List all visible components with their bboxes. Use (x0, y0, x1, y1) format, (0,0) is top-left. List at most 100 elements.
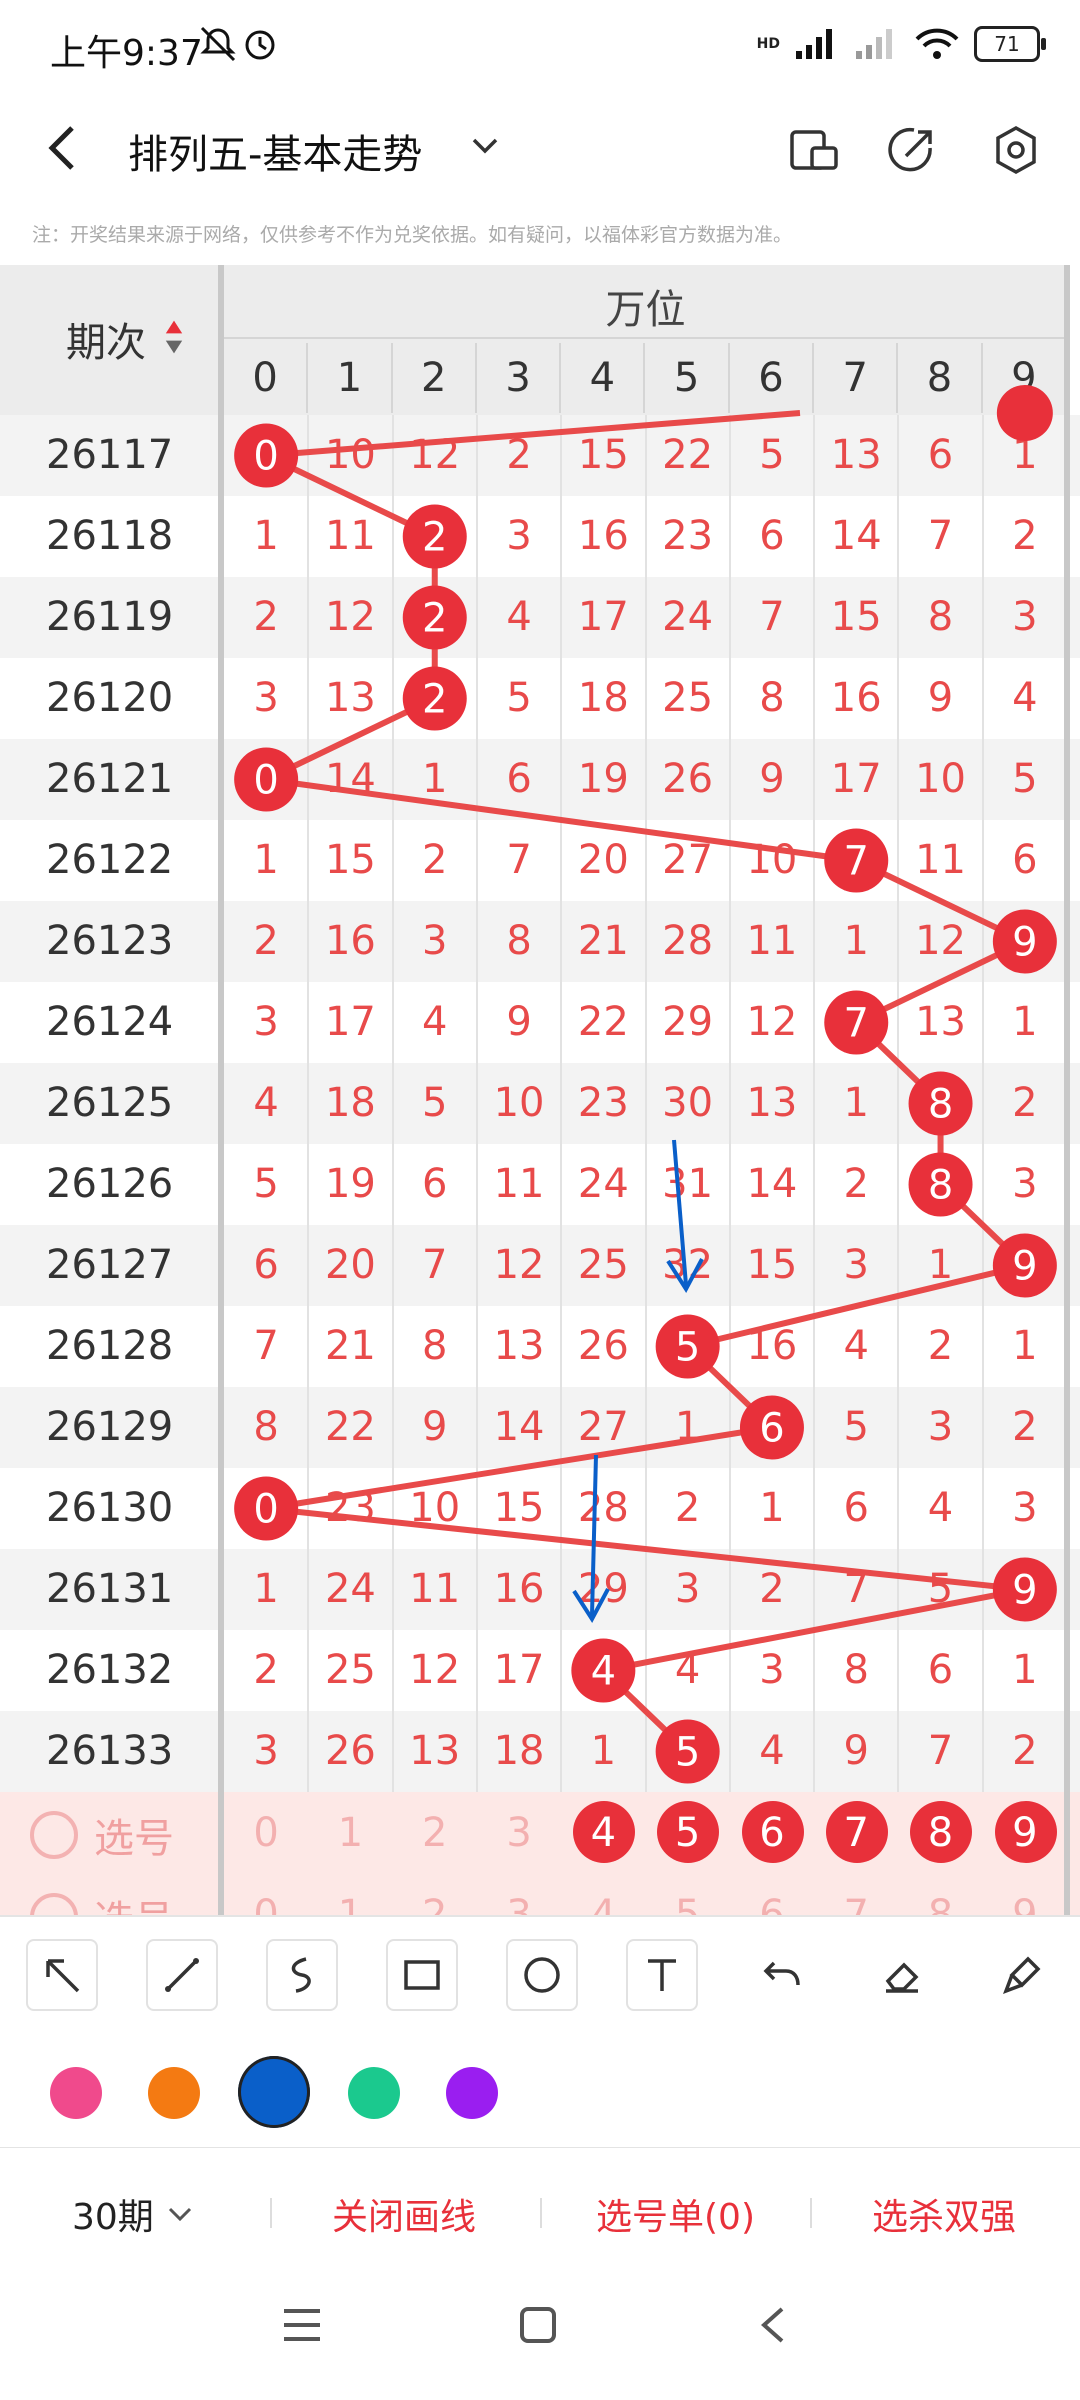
rectangle-tool[interactable] (386, 1939, 458, 2011)
hit-ball-label: 7 (844, 1001, 869, 1047)
phone-landscape-button[interactable] (786, 122, 842, 178)
line-tool[interactable] (146, 1939, 218, 2011)
hit-ball-label: 4 (591, 1649, 616, 1695)
pen-stroke (672, 1139, 688, 1286)
text-tool[interactable] (626, 1939, 698, 2011)
chevron-down-icon (472, 138, 498, 154)
color-swatch[interactable] (148, 2067, 200, 2119)
pick-digit-8[interactable]: 8 (898, 1792, 982, 1874)
trend-line-segment (686, 1262, 1026, 1350)
back-arrow-icon (48, 126, 74, 170)
trend-line-segment (265, 776, 857, 864)
mute-and-alarm-icons (198, 24, 288, 73)
line-icon (165, 1958, 199, 1992)
pick-digit-4[interactable]: 4 (561, 1792, 645, 1874)
hit-ball-label: 0 (253, 758, 278, 804)
hit-ball-label: 9 (1012, 1244, 1037, 1290)
hit-ball-label: 8 (928, 1163, 953, 1209)
hd-label: HD (756, 36, 780, 52)
pick-digit-7[interactable]: 7 (814, 1792, 898, 1874)
hit-ball-label: 2 (422, 596, 447, 642)
chevron-down-icon (169, 2207, 192, 2222)
home-nav-button[interactable] (516, 2303, 560, 2359)
color-swatch[interactable] (238, 2056, 310, 2128)
trend-line-segment (602, 1586, 1026, 1674)
hit-ball-label: 9 (1012, 1568, 1037, 1614)
disclaimer-note: 注：开奖结果来源于网络，仅供参考不作为兑奖依据。如有疑问，以福体彩官方数据为准。 (32, 224, 793, 246)
period-column-divider (218, 265, 224, 1915)
back-nav-button[interactable] (752, 2303, 796, 2359)
back-button[interactable] (42, 120, 82, 189)
clear-all-button[interactable] (986, 1939, 1058, 2011)
close-lines-button[interactable]: 关闭画线 (332, 2188, 476, 2240)
rectangle-icon (404, 1960, 440, 1990)
pick-list-button[interactable]: 选号单(0) (596, 2188, 755, 2240)
settings-button[interactable] (988, 122, 1044, 178)
divider (540, 2198, 542, 2228)
system-nav-bar (0, 2273, 1080, 2400)
periods-label: 30期 (72, 2197, 154, 2238)
arrow-tool[interactable] (26, 1939, 98, 2011)
hit-ball-label: 2 (422, 515, 447, 561)
drawing-toolbar (0, 1915, 1080, 2034)
divider (810, 2198, 812, 2228)
trend-table: 期次 万位 0123456789 26117 10 12 2 15 22 5 13 6 1 2611… (0, 265, 1080, 1915)
app-bar: 排列五-基本走势 (0, 100, 1080, 200)
trend-line-segment (265, 1505, 1026, 1593)
eraser-icon (885, 1962, 919, 1993)
color-swatch[interactable] (446, 2067, 498, 2119)
color-palette (0, 2032, 1080, 2149)
pick-digit-6[interactable]: 6 (730, 1792, 814, 1874)
freehand-tool[interactable] (266, 1939, 338, 2011)
home-square-icon (520, 2307, 556, 2343)
trend-overlay: 0 2 2 2 0 7 9 7 8 8 9 5 6 0 9 4 5 (234, 385, 1057, 1784)
bottom-action-bar: 30期 关闭画线 选号单(0) 选杀双强 (0, 2148, 1080, 2273)
title-dropdown-button[interactable] (468, 128, 502, 171)
alarm-icon (200, 26, 275, 62)
circle-tool[interactable] (506, 1939, 578, 2011)
trend-line-segment (265, 410, 801, 459)
pen-stroke (590, 1454, 598, 1616)
hit-ball-label: 6 (759, 1406, 784, 1452)
wifi-icon (915, 28, 959, 59)
hit-ball-label: 8 (928, 1082, 953, 1128)
trend-line-segment (265, 1424, 773, 1512)
hit-ball-label: 5 (675, 1325, 700, 1371)
battery-indicator: 71 (974, 26, 1046, 62)
signal-icon (796, 29, 832, 59)
screen-rotate-icon (790, 130, 838, 170)
share-button[interactable] (884, 122, 940, 178)
page-title[interactable]: 排列五-基本走势 (128, 122, 422, 180)
share-icon (888, 127, 932, 172)
hit-ball-label: 0 (253, 434, 278, 480)
pick-digit-5[interactable]: 5 (645, 1792, 729, 1874)
periods-dropdown[interactable]: 30期 (72, 2188, 195, 2240)
broom-icon (1003, 1956, 1041, 1994)
right-edge-divider (1064, 265, 1070, 1915)
undo-button[interactable] (746, 1939, 818, 2011)
hit-ball-label: 0 (253, 1487, 278, 1533)
gear-icon (996, 125, 1036, 175)
menu-icon (284, 2309, 320, 2341)
hit-ball-partial (996, 385, 1053, 441)
squiggle-icon (291, 1957, 311, 1993)
status-right: HD 71 (756, 26, 1046, 62)
divider (270, 2198, 272, 2228)
hit-ball-label: 7 (844, 839, 869, 885)
status-time: 上午9:37 (50, 33, 203, 74)
back-triangle-icon (760, 2307, 784, 2343)
pick-digit-9[interactable]: 9 (983, 1792, 1067, 1874)
color-swatch[interactable] (50, 2067, 102, 2119)
status-bar: 上午9:37 HD 71 (0, 0, 1080, 100)
undo-icon (763, 1961, 800, 1986)
color-swatch[interactable] (348, 2067, 400, 2119)
hit-ball-label: 2 (422, 677, 447, 723)
eraser-button[interactable] (866, 1939, 938, 2011)
hit-ball-label: 5 (675, 1730, 700, 1776)
signal-2-icon (856, 29, 892, 59)
kill-strong-button[interactable]: 选杀双强 (872, 2188, 1016, 2240)
circle-icon (524, 1957, 560, 1993)
text-icon (648, 1959, 676, 1991)
hit-ball-label: 9 (1012, 920, 1037, 966)
menu-nav-button[interactable] (280, 2303, 324, 2359)
